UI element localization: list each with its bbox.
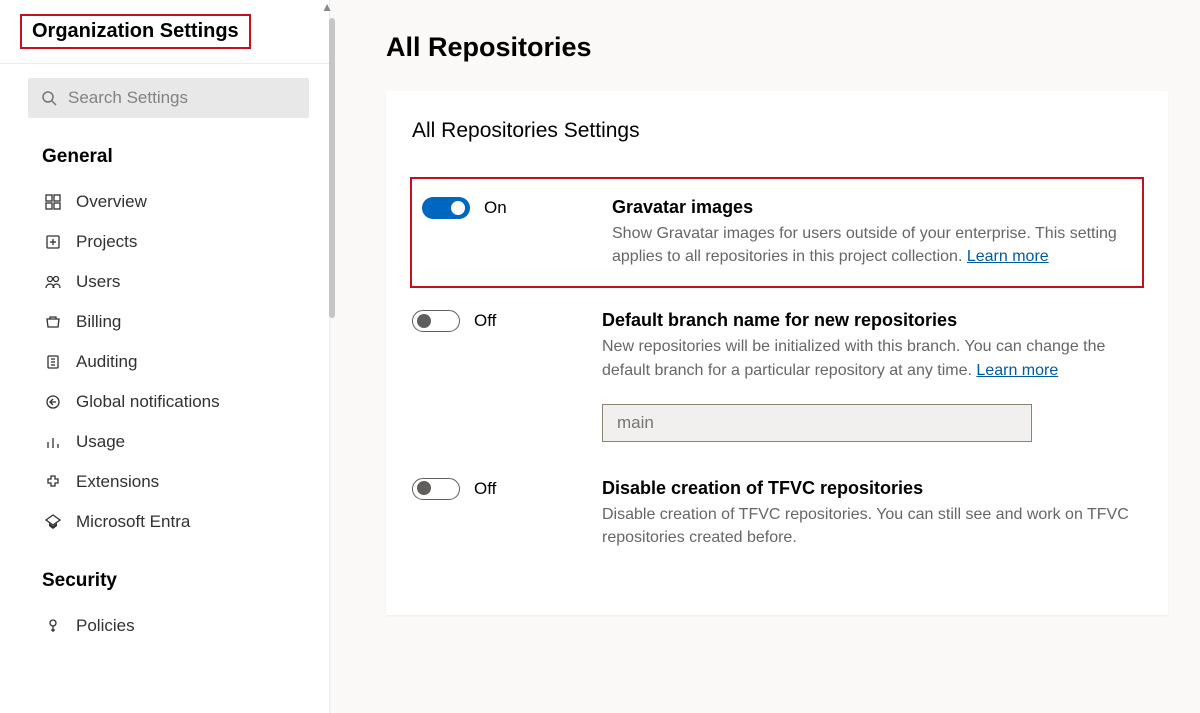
notifications-icon [44, 393, 62, 411]
gravatar-toggle[interactable] [422, 197, 470, 219]
scroll-up-arrow-icon[interactable]: ▲ [321, 0, 333, 14]
setting-title: Disable creation of TFVC repositories [602, 478, 1142, 499]
sidebar-item-overview[interactable]: Overview [0, 182, 329, 222]
setting-desc: Disable creation of TFVC repositories. Y… [602, 503, 1142, 549]
toggle-wrap: Off [412, 310, 582, 332]
setting-title: Gravatar images [612, 197, 1132, 218]
search-wrap [28, 78, 309, 118]
sidebar-item-label: Billing [76, 312, 121, 332]
setting-text: Gravatar images Show Gravatar images for… [612, 197, 1132, 268]
policies-icon [44, 617, 62, 635]
toggle-wrap: Off [412, 478, 582, 500]
setting-title: Default branch name for new repositories [602, 310, 1142, 331]
sidebar-item-extensions[interactable]: Extensions [0, 462, 329, 502]
sidebar-header: Organization Settings [0, 0, 329, 64]
toggle-label: On [484, 198, 507, 218]
default-branch-toggle[interactable] [412, 310, 460, 332]
learn-more-link[interactable]: Learn more [967, 248, 1049, 265]
section-header-general: General [0, 136, 329, 178]
usage-icon [44, 433, 62, 451]
sidebar-item-label: Overview [76, 192, 147, 212]
auditing-icon [44, 353, 62, 371]
projects-icon [44, 233, 62, 251]
settings-panel: All Repositories Settings On Gravatar im… [386, 91, 1168, 615]
extensions-icon [44, 473, 62, 491]
sidebar-item-label: Global notifications [76, 392, 220, 412]
setting-description-text: Disable creation of TFVC repositories. Y… [602, 506, 1129, 546]
sidebar-item-label: Extensions [76, 472, 159, 492]
setting-text: Disable creation of TFVC repositories Di… [602, 478, 1142, 549]
setting-gravatar: On Gravatar images Show Gravatar images … [410, 177, 1144, 288]
billing-icon [44, 313, 62, 331]
setting-default-branch: Off Default branch name for new reposito… [412, 300, 1142, 467]
sidebar-item-users[interactable]: Users [0, 262, 329, 302]
default-branch-input[interactable] [602, 404, 1032, 442]
page-title: All Repositories [386, 32, 1168, 63]
toggle-label: Off [474, 311, 496, 331]
sidebar-item-global-notifications[interactable]: Global notifications [0, 382, 329, 422]
setting-disable-tfvc: Off Disable creation of TFVC repositorie… [412, 468, 1142, 575]
sidebar-item-billing[interactable]: Billing [0, 302, 329, 342]
panel-title: All Repositories Settings [412, 119, 1142, 143]
sidebar-item-label: Users [76, 272, 120, 292]
sidebar-item-auditing[interactable]: Auditing [0, 342, 329, 382]
search-box[interactable] [28, 78, 309, 118]
users-icon [44, 273, 62, 291]
learn-more-link[interactable]: Learn more [976, 362, 1058, 379]
sidebar-item-usage[interactable]: Usage [0, 422, 329, 462]
sidebar-item-projects[interactable]: Projects [0, 222, 329, 262]
entra-icon [44, 513, 62, 531]
sidebar-item-label: Auditing [76, 352, 137, 372]
nav-list-security: Policies [0, 602, 329, 664]
sidebar-item-label: Policies [76, 616, 135, 636]
setting-text: Default branch name for new repositories… [602, 310, 1142, 441]
main-content: All Repositories All Repositories Settin… [330, 0, 1200, 713]
sidebar-item-microsoft-entra[interactable]: Microsoft Entra [0, 502, 329, 542]
tfvc-toggle[interactable] [412, 478, 460, 500]
sidebar-item-label: Projects [76, 232, 137, 252]
overview-icon [44, 193, 62, 211]
sidebar-item-label: Microsoft Entra [76, 512, 190, 532]
scrollbar-thumb[interactable] [329, 18, 335, 318]
toggle-label: Off [474, 479, 496, 499]
setting-desc: Show Gravatar images for users outside o… [612, 222, 1132, 268]
search-input[interactable] [68, 88, 297, 108]
setting-desc: New repositories will be initialized wit… [602, 335, 1142, 381]
org-settings-title: Organization Settings [20, 14, 251, 49]
section-header-security: Security [0, 560, 329, 602]
toggle-wrap: On [422, 197, 592, 219]
sidebar-item-policies[interactable]: Policies [0, 606, 329, 646]
nav-list-general: Overview Projects Users [0, 178, 329, 560]
sidebar-item-label: Usage [76, 432, 125, 452]
search-icon [40, 89, 58, 107]
sidebar: Organization Settings General Overview [0, 0, 330, 713]
